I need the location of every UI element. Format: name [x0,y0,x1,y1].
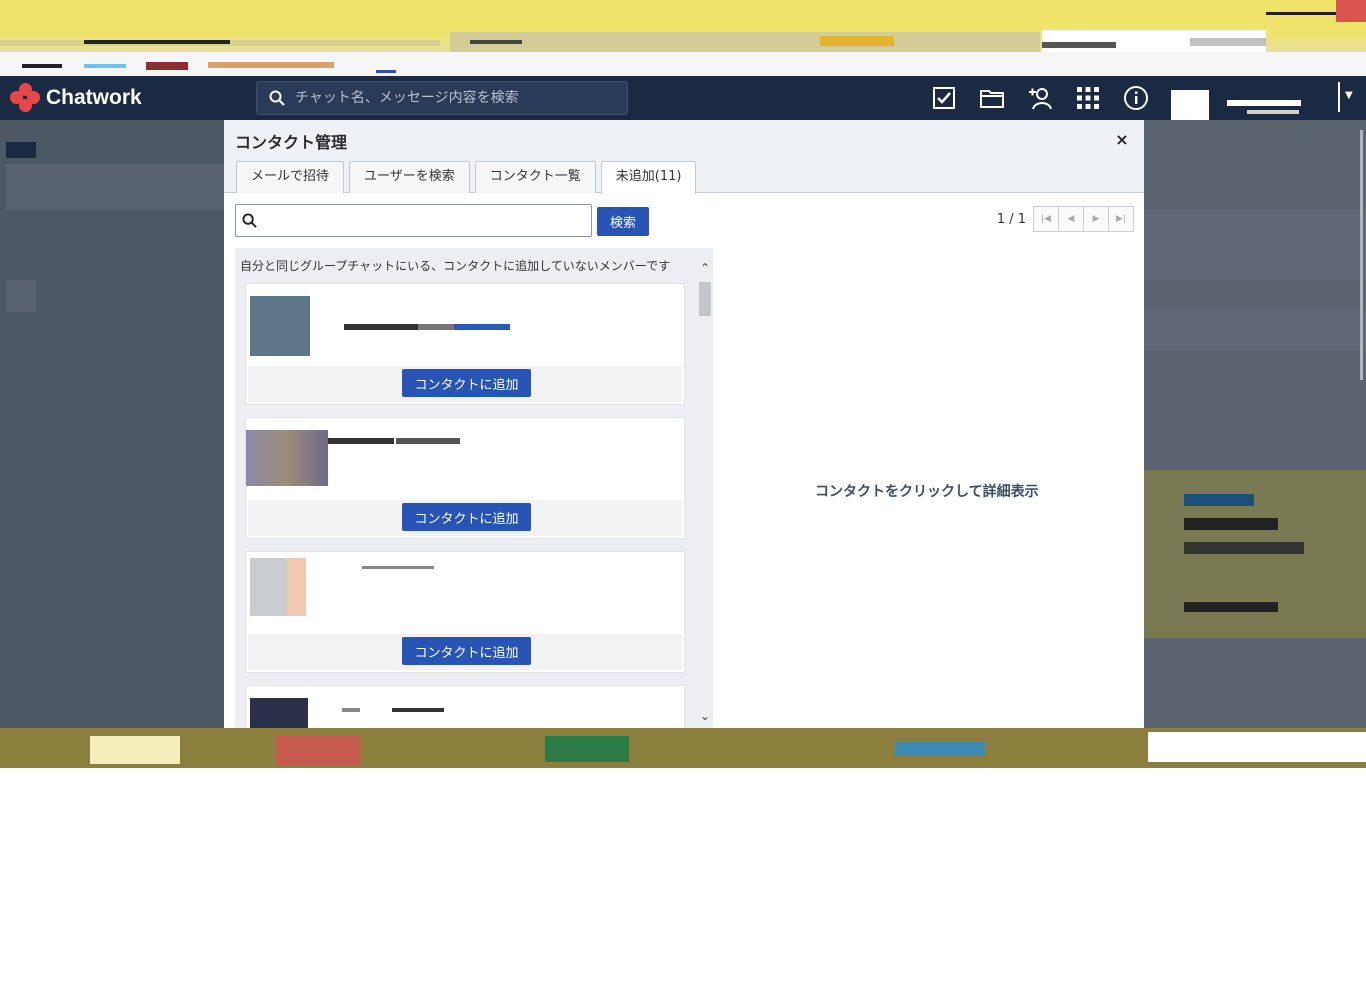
contact-name-blur [344,324,418,330]
list-item[interactable]: コンタクトに追加 [245,283,685,405]
list-item[interactable] [245,685,685,728]
contact-name-blur [396,438,460,444]
backdrop-block [1144,210,1366,280]
list-description: 自分と同じグループチャットにいる、コンタクトに追加していないメンバーです [240,259,671,273]
contact-name-blur [362,566,434,569]
chevron-down-icon[interactable]: ⌄ [699,710,711,722]
search-button[interactable]: 検索 [597,207,649,236]
contact-management-dialog: コンタクト管理 × メールで招待 ユーザーを検索 コンタクト一覧 未追加(11)… [224,120,1144,728]
dialog-tabs: メールで招待 ユーザーを検索 コンタクト一覧 未追加(11) [236,161,697,194]
contact-name-blur [392,708,444,712]
bookmark-bar [0,52,1366,76]
contact-card-body[interactable] [246,418,684,498]
tab-not-added[interactable]: 未追加(11) [600,161,697,194]
contact-card-body[interactable] [246,284,684,364]
add-contact-button[interactable]: コンタクトに追加 [402,369,531,397]
backdrop-scrollbar [1360,130,1363,380]
task-icon[interactable] [930,84,958,112]
contact-name-blur [342,708,360,712]
global-search-input[interactable] [295,90,615,106]
backdrop-block [1184,518,1278,530]
backdrop-block [1184,602,1278,612]
list-item[interactable]: コンタクトに追加 [245,417,685,539]
avatar [250,558,306,616]
backdrop-block [1144,310,1366,350]
info-icon[interactable] [1122,84,1150,112]
apps-icon[interactable] [1074,84,1102,112]
backdrop-block [6,142,36,158]
page-count: 1 / 1 [996,211,1026,227]
contact-name-blur [328,438,394,444]
backdrop-block [276,736,360,766]
dialog-header: コンタクト管理 × メールで招待 ユーザーを検索 コンタクト一覧 未追加(11) [224,120,1144,194]
card-footer: コンタクトに追加 [248,366,682,402]
profile-name-blur [1227,100,1301,106]
contact-search-row: 検索 [235,204,649,237]
contact-card-body[interactable] [246,552,684,632]
dropdown-divider [1338,82,1340,112]
backdrop-block [90,736,180,764]
app-header: Chatwork ▼ [0,76,1366,136]
profile-menu[interactable]: ▼ [1155,76,1353,136]
contact-name-blur [418,324,454,330]
browser-top-bar [0,0,1366,52]
last-page-button[interactable]: ▶| [1108,206,1134,232]
file-icon[interactable] [978,84,1006,112]
contact-card-body[interactable] [246,686,684,728]
not-added-contact-list: 自分と同じグループチャットにいる、コンタクトに追加していないメンバーです コンタ… [235,248,713,728]
scroll-thumb[interactable] [699,282,711,316]
backdrop-block [895,742,985,756]
dialog-title: コンタクト管理 [235,133,348,152]
add-contact-button[interactable]: コンタクトに追加 [402,637,531,665]
card-footer: コンタクトに追加 [248,634,682,670]
tab-contact-list[interactable]: コンタクト一覧 [474,161,596,193]
contact-search-input[interactable] [261,212,581,229]
chatwork-logo-icon [10,83,40,113]
search-icon [269,90,285,106]
backdrop-block [6,164,224,210]
prev-page-button[interactable]: ◀ [1058,206,1084,232]
first-page-button[interactable]: |◀ [1033,206,1059,232]
task-panel-backdrop [1144,470,1366,638]
contact-search-field[interactable] [235,204,592,237]
contact-name-blur [454,324,510,330]
backdrop-block [6,280,36,312]
add-contact-button[interactable]: コンタクトに追加 [402,503,531,531]
profile-name-blur-2 [1247,110,1299,114]
tab-search-users[interactable]: ユーザーを検索 [349,161,470,193]
avatar [250,296,310,356]
card-footer: コンタクトに追加 [248,500,682,536]
chevron-down-icon[interactable]: ▼ [1345,90,1353,101]
next-page-button[interactable]: ▶ [1083,206,1109,232]
list-scrollbar[interactable]: ⌃ ⌄ [697,262,713,722]
avatar [250,698,308,728]
contact-add-icon[interactable] [1026,84,1054,112]
detail-placeholder: コンタクトをクリックして詳細表示 [815,484,1039,500]
list-item[interactable]: コンタクトに追加 [245,551,685,673]
close-button[interactable]: × [1112,130,1132,150]
backdrop-block [1148,732,1366,762]
global-search[interactable] [256,81,628,115]
search-icon [242,213,257,228]
app-name: Chatwork [46,86,142,109]
backdrop-block [1184,494,1254,506]
chatwork-logo[interactable]: Chatwork [10,83,142,113]
chevron-up-icon[interactable]: ⌃ [699,262,711,274]
pagination: 1 / 1 |◀ ◀ ▶ ▶| [997,206,1134,232]
tab-invite-by-email[interactable]: メールで招待 [236,161,345,193]
avatar [246,430,328,486]
backdrop-block [545,736,629,762]
room-list-backdrop [0,120,224,728]
backdrop-block [1184,542,1304,554]
taskbar-backdrop [0,728,1366,768]
